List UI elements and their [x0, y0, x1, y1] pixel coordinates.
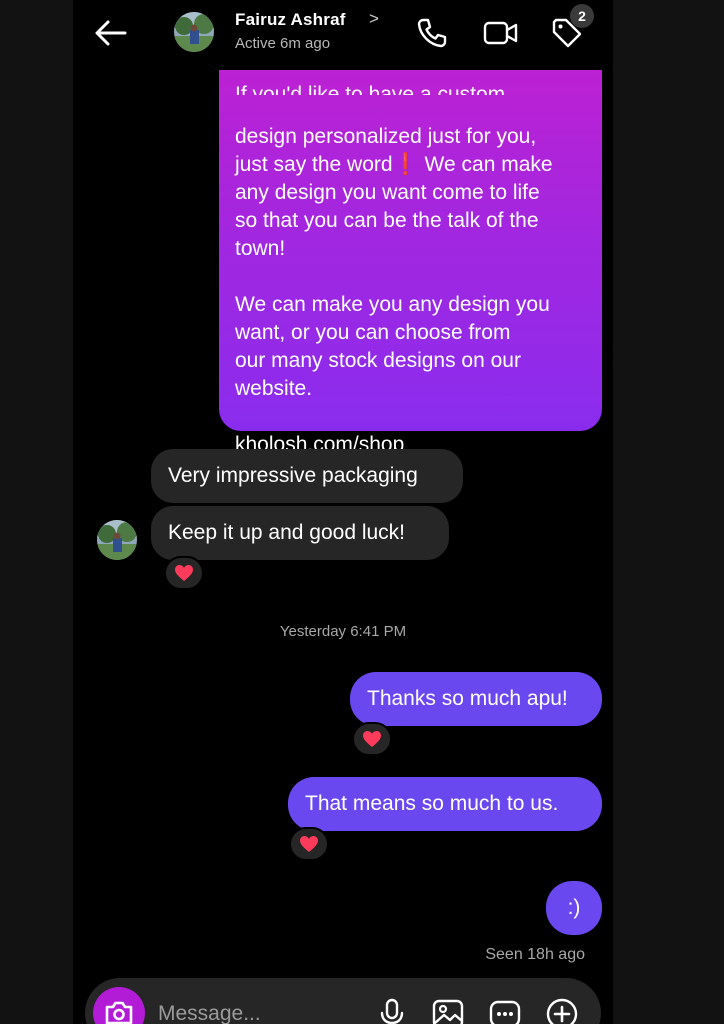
contact-name[interactable]: Fairuz Ashraf [235, 10, 346, 30]
message-text: That means so much to us. [305, 792, 559, 815]
chevron-right-icon[interactable]: > [369, 9, 379, 29]
plus-circle-icon[interactable] [545, 996, 579, 1024]
contact-avatar[interactable] [174, 12, 214, 52]
sticker-icon[interactable] [488, 996, 522, 1024]
camera-button[interactable] [93, 987, 145, 1024]
chat-header: Fairuz Ashraf > Active 6m ago 2 [73, 0, 613, 70]
heart-reaction[interactable] [289, 827, 329, 861]
back-arrow-icon[interactable] [91, 14, 131, 54]
heart-icon [175, 565, 193, 581]
notification-badge: 2 [570, 4, 594, 28]
phone-icon[interactable] [415, 16, 449, 50]
message-text-long: design personalized just for you, just s… [235, 125, 553, 456]
contact-avatar-small[interactable] [97, 520, 137, 560]
message-input[interactable] [158, 1000, 358, 1024]
contact-status: Active 6m ago [235, 35, 331, 52]
heart-icon [300, 836, 318, 852]
message-timestamp: Yesterday 6:41 PM [279, 623, 407, 640]
microphone-icon[interactable] [375, 996, 409, 1024]
message-text: Thanks so much apu! [367, 687, 568, 710]
message-text: Keep it up and good luck! [168, 521, 406, 544]
message-text: :) [567, 896, 581, 919]
outgoing-message-bubble[interactable]: :) [546, 881, 602, 935]
message-text: Very impressive packaging [168, 464, 418, 487]
gallery-icon[interactable] [431, 996, 465, 1024]
heart-reaction[interactable] [352, 722, 392, 756]
heart-icon [363, 731, 381, 747]
incoming-message-bubble[interactable]: Keep it up and good luck! [151, 506, 449, 560]
seen-status: Seen 18h ago [485, 946, 585, 963]
camera-icon [105, 1001, 133, 1024]
outgoing-message-bubble-long[interactable]: If you'd like to have a custom design pe… [219, 20, 602, 456]
message-composer [85, 978, 601, 1024]
outgoing-message-bubble[interactable]: That means so much to us. [288, 777, 602, 831]
incoming-message-bubble[interactable]: Very impressive packaging [151, 449, 463, 503]
message-partial-line: If you'd like to have a custom [235, 83, 506, 95]
video-call-icon[interactable] [482, 16, 518, 50]
heart-reaction[interactable] [164, 556, 204, 590]
chat-screen: If you'd like to have a custom design pe… [73, 0, 613, 1024]
outgoing-message-bubble[interactable]: Thanks so much apu! [350, 672, 602, 726]
